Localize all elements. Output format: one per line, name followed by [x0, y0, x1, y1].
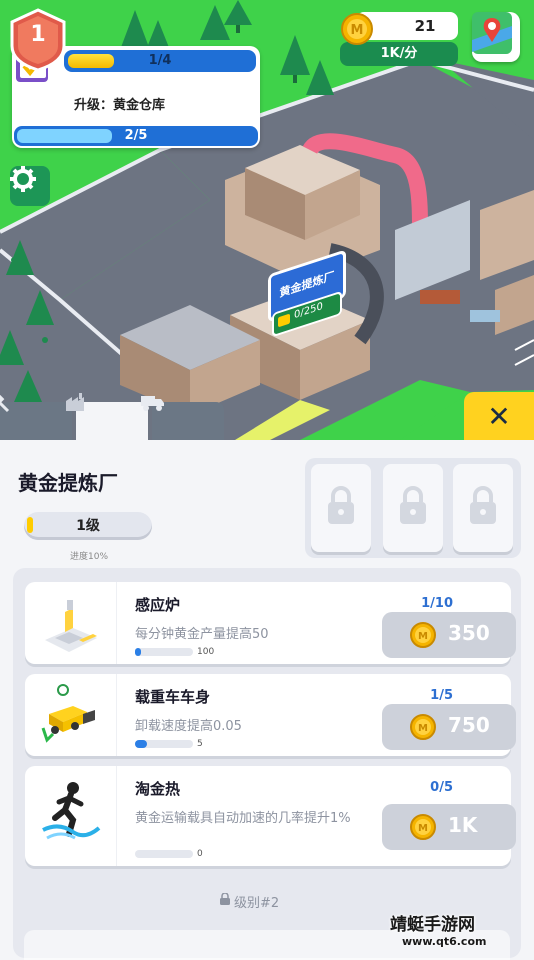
quest-progress-text: 1/4 [148, 53, 172, 68]
locked-slot[interactable] [383, 464, 443, 552]
level-progress-note: 进度10% [70, 552, 109, 562]
upgrade-desc: 每分钟黄金产量提高50 [135, 627, 269, 642]
building-level-label: 1级 [76, 518, 100, 534]
gold-coin-icon: M [341, 13, 373, 45]
quest-sub-progress-bar: 2/5 [14, 126, 258, 146]
upgrade-name: 载重车车身 [135, 688, 211, 706]
upgrade-cost: 750 [448, 713, 490, 737]
upgrade-card-gold-rush[interactable]: 淘金热 黄金运输载具自动加速的几率提升1% 0 0/5 M 1K [25, 766, 516, 866]
running-man-icon [42, 782, 101, 840]
building-capacity-label: 0/250 [294, 300, 323, 322]
svg-text:M: M [351, 23, 364, 38]
gold-coin-icon: M [410, 814, 436, 840]
upgrade-progress-label: 100 [197, 647, 215, 657]
upgrade-progress-bar [135, 740, 193, 748]
upgrade-cost: 1K [448, 813, 478, 837]
buy-upgrade-button[interactable]: M 350 [382, 612, 516, 658]
locked-slots [305, 458, 521, 558]
gear-icon [10, 166, 36, 192]
upgrade-count: 0/5 [430, 780, 453, 795]
upgrade-desc: 黄金运输载具自动加速的几率提升1% [135, 811, 351, 826]
tab-tools[interactable] [0, 391, 72, 440]
quest-sub-progress-text: 2/5 [124, 128, 148, 143]
lock-icon [328, 486, 354, 524]
next-level-divider: 级别#2 [220, 892, 280, 911]
building-level-pill: 1级 [24, 512, 152, 540]
coin-counter[interactable]: 21 M 1K/分 [340, 12, 458, 66]
coin-amount: 21 [414, 17, 436, 35]
next-level-label: 级别#2 [234, 896, 280, 911]
tab-factory[interactable] [66, 393, 148, 440]
upgrade-desc: 卸载速度提高0.05 [135, 719, 242, 734]
player-level-number: 1 [30, 22, 46, 47]
upgrade-count: 1/5 [430, 688, 453, 703]
upgrade-progress-label: 0 [197, 849, 203, 859]
upgrade-progress-bar [135, 850, 193, 858]
buy-upgrade-button[interactable]: M 750 [382, 704, 516, 750]
svg-text:M: M [418, 723, 428, 734]
gold-coin-icon: M [410, 622, 436, 648]
dump-truck-icon [41, 684, 95, 743]
gold-coin-icon: M [410, 714, 436, 740]
panel-title: 黄金提炼厂 [18, 471, 118, 495]
close-panel-button[interactable]: ✕ [464, 392, 534, 440]
svg-text:M: M [418, 631, 428, 642]
upgrade-card-induction-furnace[interactable]: 感应炉 每分钟黄金产量提高50 100 1/10 M 350 [25, 582, 516, 664]
gold-bar-icon [278, 313, 290, 328]
upgrade-count: 1/10 [421, 596, 453, 611]
quest-label: 升级：黄金仓库 [74, 98, 166, 113]
upgrade-name: 感应炉 [135, 596, 181, 614]
quest-progress-bar: 1/4 [64, 50, 256, 72]
upgrade-icon-area [25, 674, 117, 756]
upgrade-icon-area [25, 766, 117, 866]
map-button[interactable] [472, 12, 520, 62]
upgrade-progress-fill [135, 648, 141, 656]
watermark-title: 靖蜓手游网 [390, 915, 475, 935]
settings-button[interactable] [10, 166, 50, 206]
locked-slot[interactable] [311, 464, 371, 552]
upgrade-progress-fill [135, 740, 147, 748]
player-level-badge[interactable]: 1 [10, 8, 66, 72]
upgrade-cost: 350 [448, 621, 490, 645]
upgrade-card-truck-body[interactable]: 载重车车身 卸载速度提高0.05 5 1/5 M 750 [25, 674, 516, 756]
map-pin-icon [472, 12, 512, 54]
factory-icon [66, 393, 84, 411]
induction-furnace-icon [45, 600, 97, 652]
watermark: 靖蜓手游网 www.qt6.com [390, 910, 530, 948]
game-scene[interactable]: 黄金提炼厂 0/250 1 1/4 升级：黄金仓库 2/5 21 M 1K/分 … [0, 0, 534, 440]
close-icon: ✕ [487, 400, 511, 433]
truck-icon [141, 396, 164, 411]
lock-icon [220, 893, 230, 905]
upgrade-icon-area [25, 582, 117, 664]
watermark-url: www.qt6.com [402, 935, 487, 948]
hammer-icon [0, 391, 10, 413]
svg-text:M: M [418, 823, 428, 834]
locked-slot[interactable] [453, 464, 513, 552]
tab-vehicles[interactable] [141, 396, 224, 440]
lock-icon [400, 486, 426, 524]
upgrade-name: 淘金热 [135, 780, 181, 798]
upgrade-progress-bar [135, 648, 193, 656]
upgrade-progress-label: 5 [197, 739, 203, 749]
lock-icon [470, 486, 496, 524]
buy-upgrade-button[interactable]: M 1K [382, 804, 516, 850]
